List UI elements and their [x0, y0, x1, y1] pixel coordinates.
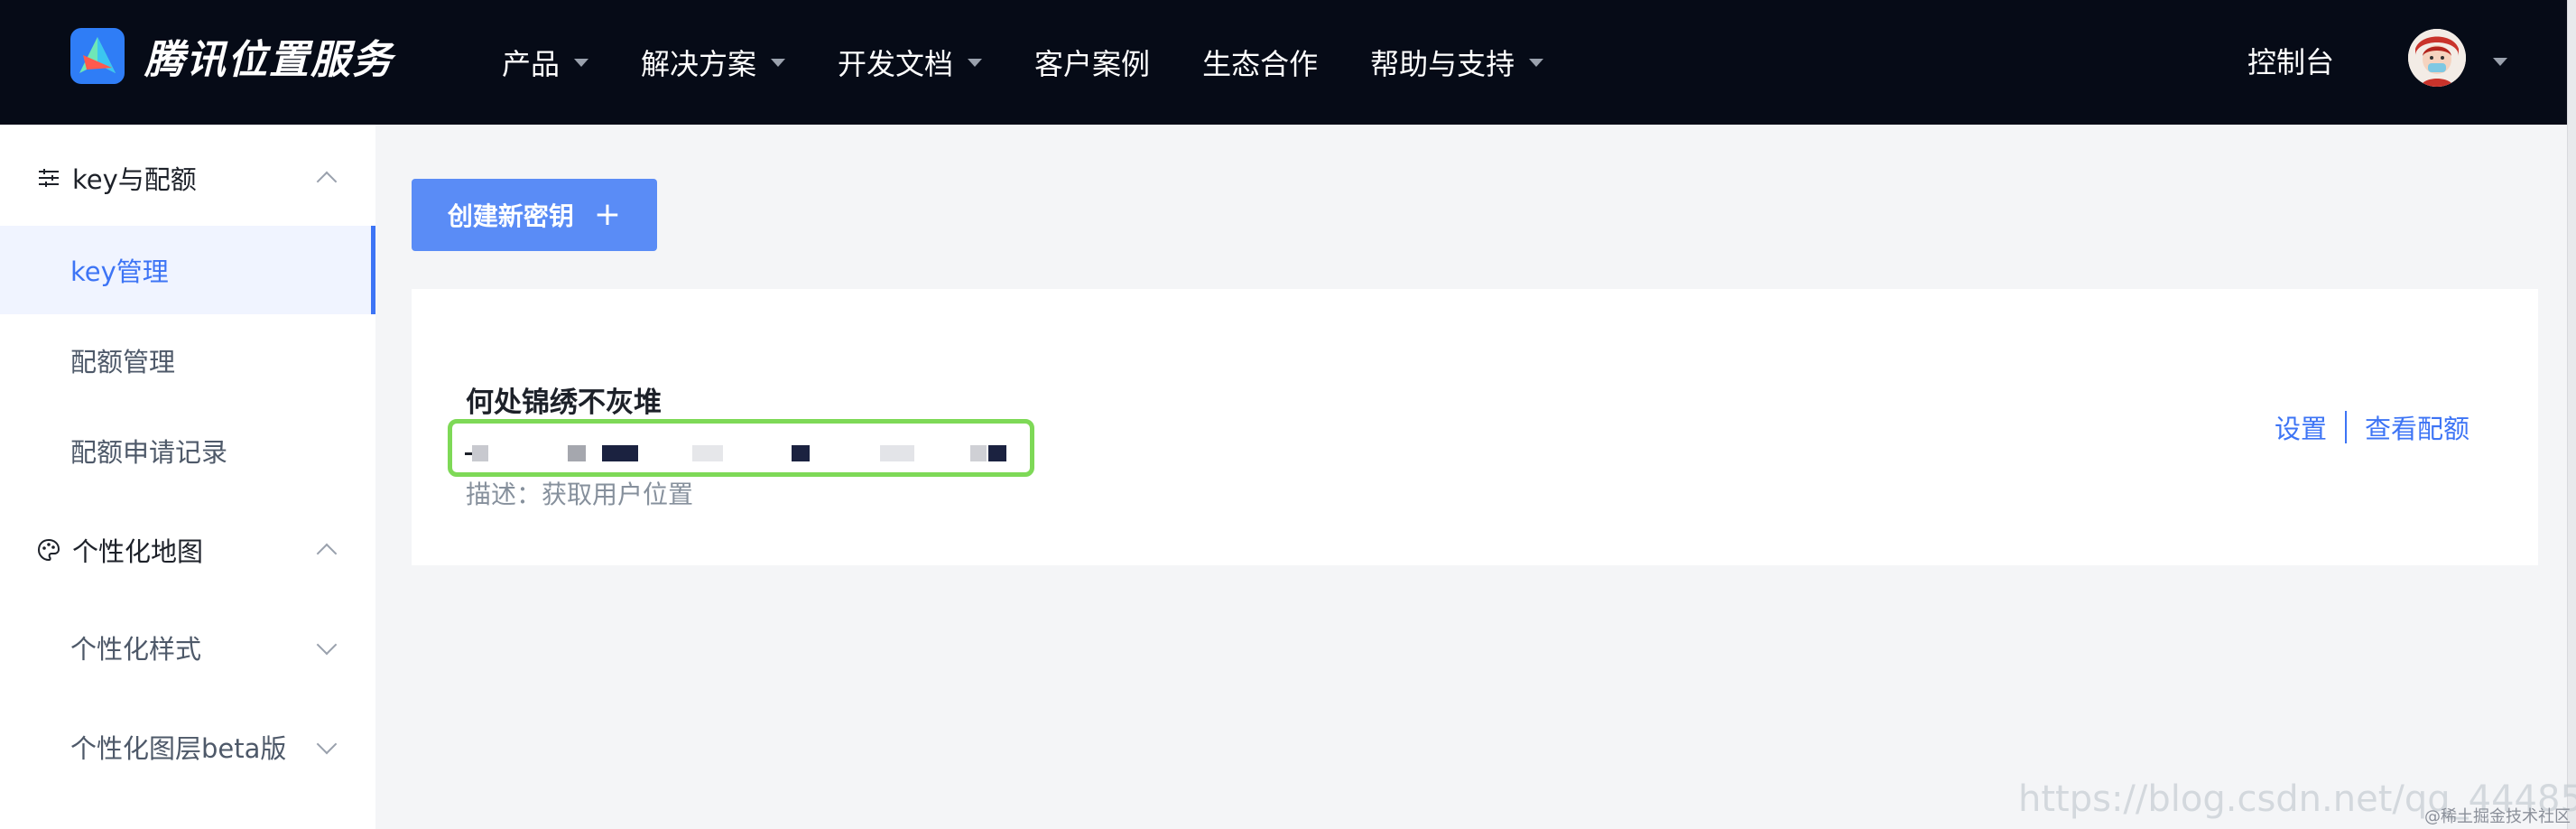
action-divider [2345, 411, 2348, 443]
chevron-down-icon [316, 733, 338, 755]
sidebar-group-key-quota[interactable]: key与配额 [0, 146, 375, 210]
plus-icon: + [593, 196, 622, 233]
brand[interactable]: 腾讯位置服务 [70, 27, 394, 85]
nav-item-ecosystem[interactable]: 生态合作 [1202, 42, 1318, 83]
redaction-block [792, 445, 810, 461]
nav-item-products[interactable]: 产品 [502, 42, 589, 83]
redaction-block [692, 445, 723, 461]
create-key-label: 创建新密钥 [447, 201, 574, 231]
key-card: 何处锦绣不灰堆 描述：获取用户位置 设置 查看配额 [412, 289, 2538, 565]
sidebar-item-label: 个性化图层beta版 [70, 733, 287, 764]
key-value-redacted [448, 419, 1034, 477]
view-quota-link[interactable]: 查看配额 [2365, 408, 2469, 446]
create-key-button[interactable]: 创建新密钥 + [412, 179, 657, 251]
nav-item-docs[interactable]: 开发文档 [838, 42, 983, 83]
logo-icon [70, 28, 125, 84]
caret-down-icon [771, 58, 786, 67]
chevron-up-icon [316, 171, 338, 192]
nav-label: 产品 [502, 47, 561, 81]
nav-label: 帮助与支持 [1370, 47, 1515, 81]
caret-down-icon [1529, 58, 1544, 67]
user-avatar[interactable] [2408, 29, 2466, 87]
sidebar-item-quota-requests[interactable]: 配额申请记录 [0, 406, 375, 495]
redaction-block [602, 445, 638, 461]
redaction-block [472, 445, 488, 461]
chevron-down-icon [316, 634, 338, 656]
sidebar-item-label: 配额申请记录 [70, 437, 228, 468]
nav-item-solutions[interactable]: 解决方案 [641, 42, 786, 83]
sidebar-item-label: 个性化样式 [70, 634, 202, 665]
nav-label: 解决方案 [641, 47, 757, 81]
redaction-block [970, 445, 987, 461]
brand-name: 腾讯位置服务 [144, 37, 394, 83]
chevron-up-icon [316, 543, 338, 564]
redaction-block [988, 445, 1006, 461]
nav-label: 开发文档 [838, 47, 954, 81]
nav-label: 客户案例 [1034, 47, 1151, 81]
avatar-caret-down-icon[interactable] [2493, 58, 2507, 66]
key-actions: 设置 查看配额 [2275, 408, 2469, 446]
palette-icon [37, 538, 60, 562]
sidebar-group-custom-map[interactable]: 个性化地图 [0, 518, 375, 582]
key-name: 何处锦绣不灰堆 [466, 387, 662, 419]
nav-label: 生态合作 [1202, 47, 1319, 81]
sidebar-item-label: key管理 [70, 256, 169, 287]
nav-item-cases[interactable]: 客户案例 [1034, 42, 1150, 83]
main-nav: 产品 解决方案 开发文档 客户案例 生态合作 帮助与支持 [502, 0, 1596, 125]
caret-down-icon [968, 58, 983, 67]
sidebar-item-custom-layer[interactable]: 个性化图层beta版 [0, 703, 375, 791]
caret-down-icon [574, 58, 589, 67]
scrollbar-track[interactable] [2567, 0, 2576, 829]
key-description: 描述：获取用户位置 [466, 480, 694, 509]
sidebar-group-label: key与配额 [72, 164, 197, 195]
nav-item-help[interactable]: 帮助与支持 [1370, 42, 1544, 83]
sidebar-group-label: 个性化地图 [72, 536, 204, 567]
console-link[interactable]: 控制台 [2247, 40, 2334, 81]
sidebar-item-label: 配额管理 [70, 347, 176, 377]
sliders-icon [39, 169, 59, 187]
avatar-icon [2408, 29, 2466, 87]
settings-link[interactable]: 设置 [2275, 408, 2327, 446]
sidebar-item-custom-style[interactable]: 个性化样式 [0, 603, 375, 692]
watermark-small: @稀土掘金技术社区 [2424, 807, 2571, 826]
redaction-block [880, 445, 914, 461]
sidebar-item-quota-management[interactable]: 配额管理 [0, 316, 375, 405]
sidebar: key与配额 key管理 配额管理 配额申请记录 个性化地图 个性化样式 个性化… [0, 125, 375, 829]
top-navigation-bar: 腾讯位置服务 产品 解决方案 开发文档 客户案例 生态合作 帮助与支持 控制台 [0, 0, 2576, 125]
redaction-block [568, 445, 586, 461]
redaction-block [465, 452, 472, 455]
sidebar-item-key-management[interactable]: key管理 [0, 226, 375, 314]
